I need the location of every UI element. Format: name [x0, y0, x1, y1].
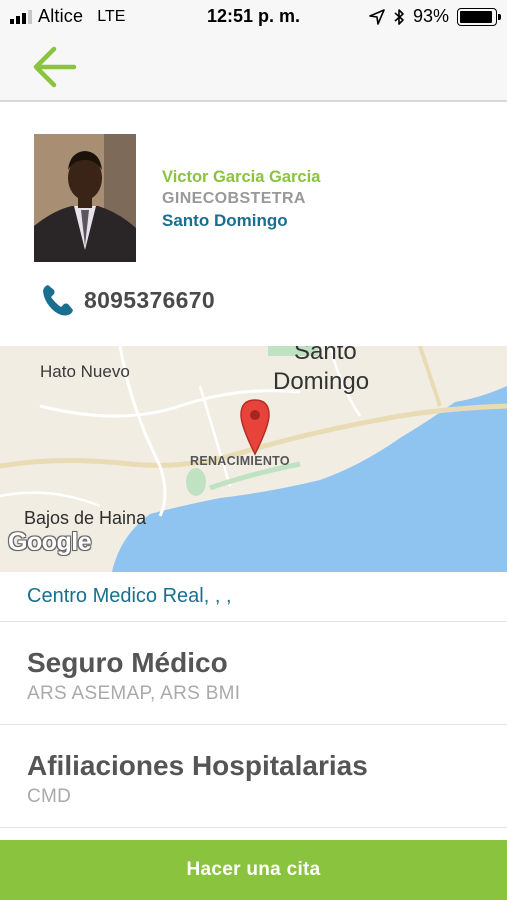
phone-number: 8095376670: [84, 286, 215, 313]
bluetooth-icon: [394, 8, 404, 25]
insurance-value: ARS ASEMAP, ARS BMI: [27, 683, 241, 704]
doctor-card: Victor Garcia Garcia GINECOBSTETRA Santo…: [0, 104, 507, 346]
map-label-hato-nuevo: Hato Nuevo: [40, 362, 130, 381]
doctor-specialty: GINECOBSTETRA: [162, 190, 306, 207]
insurance-title: Seguro Médico: [27, 647, 228, 678]
status-bar: Altice LTE 12:51 p. m. 93%: [0, 0, 507, 34]
location-arrow-icon: [369, 8, 385, 25]
affiliations-value: CMD: [27, 786, 72, 807]
battery-percent: 93%: [412, 6, 449, 26]
doctor-photo: [34, 134, 136, 262]
map-label-santo: Santo: [294, 346, 357, 365]
back-arrow-icon: [33, 46, 77, 88]
map-label-renacimiento: RENACIMIENTO: [190, 454, 290, 468]
location-map[interactable]: Hato Nuevo Santo Domingo RENACIMIENTO Ba…: [0, 346, 507, 572]
navigation-bar: [0, 34, 507, 102]
google-logo: Google: [8, 528, 92, 556]
book-appointment-button[interactable]: Hacer una cita: [0, 840, 507, 900]
clinic-name: Centro Medico Real, , ,: [27, 585, 232, 607]
clinic-row[interactable]: Centro Medico Real, , ,: [0, 572, 507, 622]
status-right: 93%: [369, 6, 501, 27]
battery-level: [460, 10, 492, 23]
doctor-name: Victor Garcia Garcia: [162, 168, 321, 186]
insurance-section: Seguro Médico ARS ASEMAP, ARS BMI: [0, 623, 507, 725]
back-button[interactable]: [28, 42, 80, 92]
doctor-city: Santo Domingo: [162, 211, 288, 230]
map-label-bajos-de-haina: Bajos de Haina: [24, 508, 147, 528]
map-pin-icon[interactable]: [238, 398, 272, 456]
map-label-domingo: Domingo: [273, 368, 370, 395]
battery-icon: [457, 7, 501, 26]
phone-link[interactable]: 8095376670: [40, 282, 215, 318]
affiliations-section: Afiliaciones Hospitalarias CMD: [0, 726, 507, 828]
phone-icon: [43, 285, 73, 316]
affiliations-title: Afiliaciones Hospitalarias: [27, 750, 368, 781]
book-appointment-label: Hacer una cita: [186, 859, 321, 880]
